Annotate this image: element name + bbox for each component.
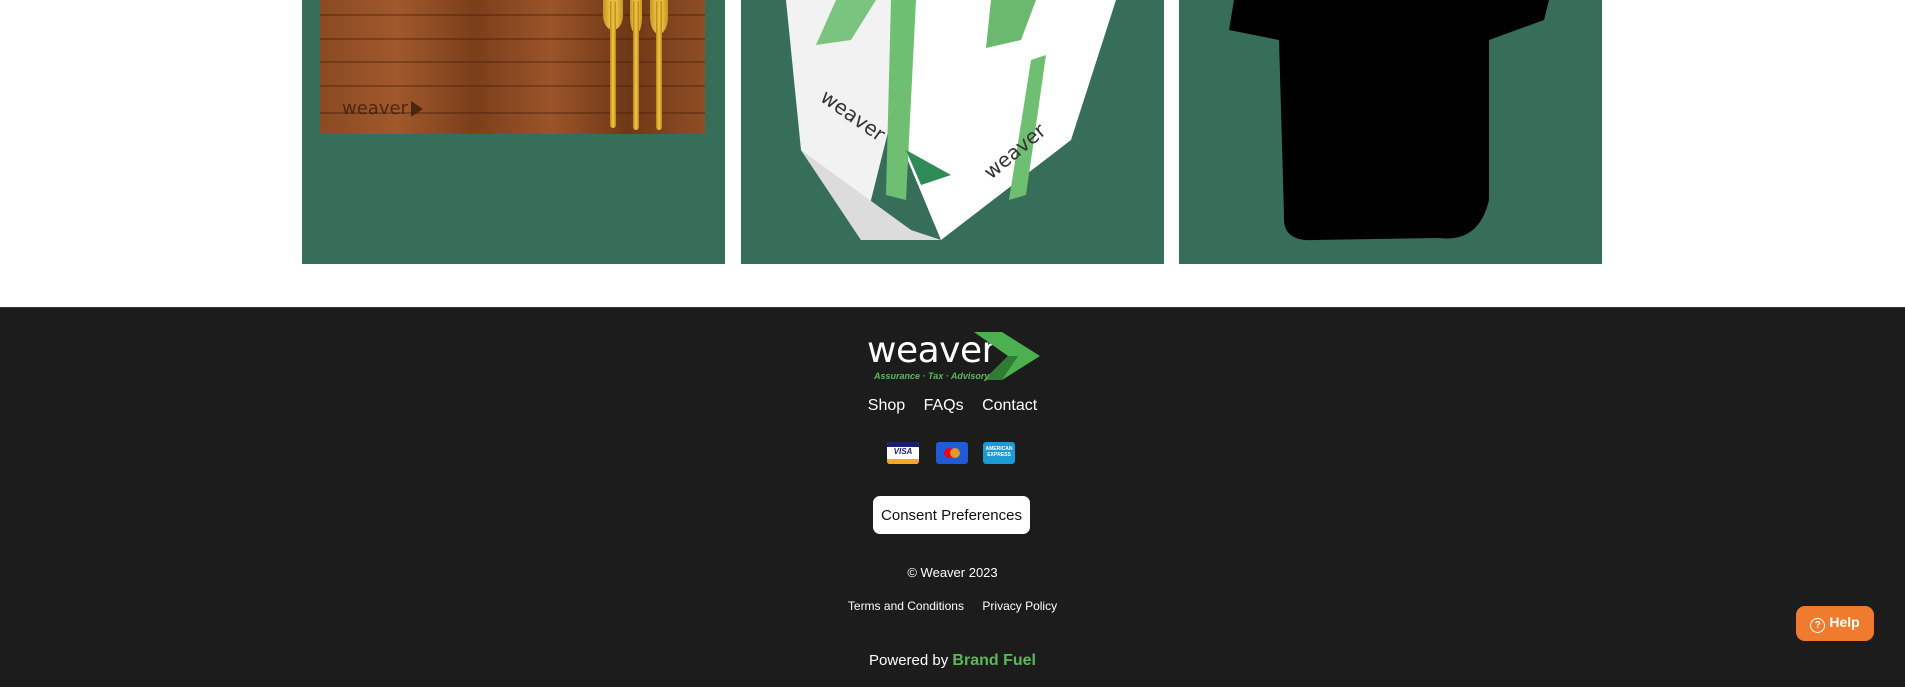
product-card-gift-box[interactable]: weaver weaver [741, 0, 1164, 264]
logo-tagline: Assurance · Tax · Advisory [874, 371, 990, 381]
question-circle-icon: ? [1810, 618, 1826, 633]
help-button[interactable]: ? Help [1796, 606, 1874, 641]
weaver-logo[interactable]: weaver Assurance · Tax · Advisory [867, 329, 1042, 385]
payment-methods: VISA AMERICAN EXPRESS [887, 442, 1017, 464]
visa-icon: VISA [887, 442, 919, 464]
site-footer: weaver Assurance · Tax · Advisory Shop F… [0, 307, 1905, 687]
privacy-link[interactable]: Privacy Policy [982, 599, 1057, 613]
cutting-board-image: weaver [320, 0, 705, 134]
product-grid: weaver weaver weaver [0, 0, 1905, 307]
tshirt-image [1229, 0, 1549, 241]
board-engraving: weaver [342, 98, 423, 119]
mastercard-icon [936, 442, 968, 464]
consent-preferences-button[interactable]: Consent Preferences [873, 496, 1030, 534]
footer-link-shop[interactable]: Shop [868, 397, 905, 415]
footer-nav: Shop FAQs Contact [0, 397, 1905, 415]
gift-box-image: weaver weaver [786, 0, 1116, 240]
legal-links: Terms and Conditions Privacy Policy [0, 597, 1905, 615]
powered-by-prefix: Powered by [869, 652, 949, 669]
amex-icon: AMERICAN EXPRESS [983, 442, 1015, 464]
footer-link-faqs[interactable]: FAQs [924, 397, 964, 415]
product-card-tshirt[interactable] [1179, 0, 1602, 264]
terms-link[interactable]: Terms and Conditions [848, 599, 964, 613]
copyright: © Weaver 2023 [907, 565, 998, 580]
help-label: Help [1829, 614, 1860, 630]
footer-link-contact[interactable]: Contact [982, 397, 1037, 415]
powered-by: Powered by Brand Fuel [0, 652, 1905, 670]
brand-fuel-link[interactable]: Brand Fuel [952, 652, 1036, 669]
product-card-cutting-board[interactable]: weaver [302, 0, 725, 264]
